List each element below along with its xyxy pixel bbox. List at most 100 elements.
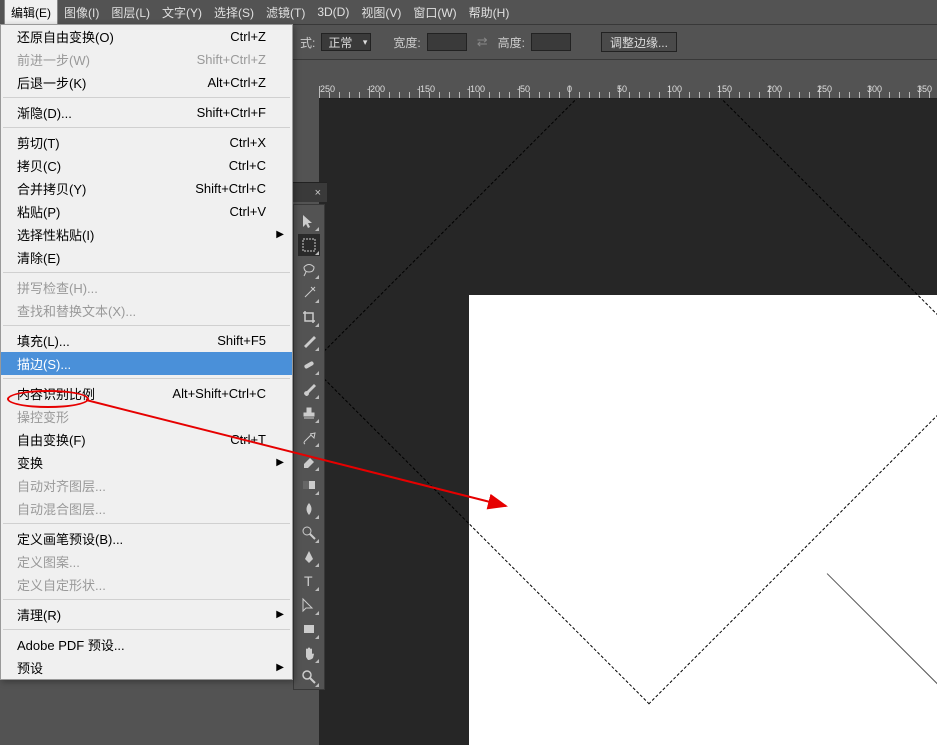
menu-item[interactable]: 编辑(E)	[4, 0, 58, 24]
menu-separator	[3, 272, 290, 273]
menu-entry: 查找和替换文本(X)...	[1, 299, 292, 322]
menu-entry[interactable]: 合并拷贝(Y)Shift+Ctrl+C	[1, 177, 292, 200]
ruler-label: -150	[417, 84, 435, 94]
menu-item[interactable]: 滤镜(T)	[260, 0, 311, 24]
menu-item[interactable]: 帮助(H)	[463, 0, 516, 24]
hand-tool-icon[interactable]	[298, 642, 320, 664]
ruler-label: -250	[319, 84, 335, 94]
menu-entry[interactable]: 清理(R)▶	[1, 603, 292, 626]
mode-label: 式:	[300, 34, 315, 51]
menu-entry-shortcut: Alt+Shift+Ctrl+C	[172, 386, 266, 401]
menu-entry[interactable]: 拷贝(C)Ctrl+C	[1, 154, 292, 177]
ruler-horizontal: -250-200-150-100-50050100150200250300350…	[319, 81, 937, 99]
close-icon[interactable]: ×	[315, 187, 321, 199]
chevron-right-icon: ▶	[276, 662, 284, 673]
crop-tool-icon[interactable]	[298, 306, 320, 328]
ruler-label: -100	[467, 84, 485, 94]
menu-entry-shortcut: Shift+Ctrl+F	[197, 105, 266, 120]
link-icon[interactable]: ⇄	[473, 34, 492, 50]
pen-tool-icon[interactable]	[298, 546, 320, 568]
svg-text:T: T	[304, 573, 313, 589]
menu-entry[interactable]: 预设▶	[1, 656, 292, 679]
move-tool-icon[interactable]	[298, 210, 320, 232]
menu-item[interactable]: 视图(V)	[355, 0, 407, 24]
menu-entry-shortcut: Shift+Ctrl+Z	[197, 52, 266, 67]
menu-entry[interactable]: 填充(L)...Shift+F5	[1, 329, 292, 352]
menu-entry-label: 描边(S)...	[17, 354, 71, 373]
canvas-area[interactable]	[319, 99, 937, 745]
menu-entry-shortcut: Ctrl+X	[230, 135, 266, 150]
menu-entry[interactable]: Adobe PDF 预设...	[1, 633, 292, 656]
menu-entry[interactable]: 清除(E)	[1, 246, 292, 269]
ruler-label: 50	[617, 84, 627, 94]
menu-item[interactable]: 图层(L)	[105, 0, 156, 24]
menu-separator	[3, 325, 290, 326]
menu-entry-label: 定义画笔预设(B)...	[17, 529, 123, 548]
menu-item[interactable]: 选择(S)	[208, 0, 260, 24]
type-tool-icon[interactable]: T	[298, 570, 320, 592]
menu-entry: 定义图案...	[1, 550, 292, 573]
menu-entry[interactable]: 描边(S)...	[1, 352, 292, 375]
stamp-tool-icon[interactable]	[298, 402, 320, 424]
menu-entry-label: 拼写检查(H)...	[17, 278, 98, 297]
menu-entry-shortcut: Ctrl+V	[230, 204, 266, 219]
height-input[interactable]	[531, 33, 571, 51]
menu-entry[interactable]: 粘贴(P)Ctrl+V	[1, 200, 292, 223]
menu-entry: 操控变形	[1, 405, 292, 428]
menu-entry: 自动混合图层...	[1, 497, 292, 520]
menu-entry[interactable]: 定义画笔预设(B)...	[1, 527, 292, 550]
mode-dropdown[interactable]: 正常	[321, 33, 371, 51]
menu-entry-shortcut: Ctrl+Z	[230, 29, 266, 44]
menu-item[interactable]: 图像(I)	[58, 0, 105, 24]
dodge-tool-icon[interactable]	[298, 522, 320, 544]
menu-entry-shortcut: Ctrl+C	[229, 158, 266, 173]
menu-separator	[3, 629, 290, 630]
menu-entry: 前进一步(W) Shift+Ctrl+Z	[1, 48, 292, 71]
menu-entry[interactable]: 剪切(T)Ctrl+X	[1, 131, 292, 154]
canvas[interactable]	[469, 295, 937, 745]
document-tab[interactable]: ×	[293, 182, 327, 202]
menu-entry[interactable]: 渐隐(D)...Shift+Ctrl+F	[1, 101, 292, 124]
menu-item[interactable]: 3D(D)	[311, 0, 355, 24]
menu-entry-label: 查找和替换文本(X)...	[17, 301, 136, 320]
chevron-right-icon: ▶	[276, 229, 284, 240]
menu-entry-label: 自动对齐图层...	[17, 476, 106, 495]
menu-entry-label: Adobe PDF 预设...	[17, 635, 125, 654]
zoom-tool-icon[interactable]	[298, 666, 320, 688]
menu-entry[interactable]: 内容识别比例 Alt+Shift+Ctrl+C	[1, 382, 292, 405]
lasso-tool-icon[interactable]	[298, 258, 320, 280]
tools-panel: T	[293, 204, 325, 690]
menu-entry-shortcut: Alt+Ctrl+Z	[207, 75, 266, 90]
history-tool-icon[interactable]	[298, 426, 320, 448]
healing-tool-icon[interactable]	[298, 354, 320, 376]
menu-separator	[3, 127, 290, 128]
rect-tool-icon[interactable]	[298, 618, 320, 640]
menu-entry[interactable]: 变换▶	[1, 451, 292, 474]
path-tool-icon[interactable]	[298, 594, 320, 616]
menu-entry[interactable]: 自由变换(F)Ctrl+T	[1, 428, 292, 451]
refine-edge-button[interactable]: 调整边缘...	[601, 32, 677, 52]
wand-tool-icon[interactable]	[298, 282, 320, 304]
menu-entry-shortcut: Ctrl+T	[230, 432, 266, 447]
menu-entry-label: 前进一步(W)	[17, 50, 90, 69]
eyedropper-tool-icon[interactable]	[298, 330, 320, 352]
eraser-tool-icon[interactable]	[298, 450, 320, 472]
menu-entry-label: 操控变形	[17, 407, 69, 426]
menu-item[interactable]: 窗口(W)	[407, 0, 462, 24]
menu-item[interactable]: 文字(Y)	[156, 0, 208, 24]
menu-entry-shortcut: Shift+F5	[217, 333, 266, 348]
menu-entry[interactable]: 后退一步(K)Alt+Ctrl+Z	[1, 71, 292, 94]
gradient-tool-icon[interactable]	[298, 474, 320, 496]
marquee-tool-icon[interactable]	[298, 234, 320, 256]
edit-menu: 还原自由变换(O)Ctrl+Z 前进一步(W) Shift+Ctrl+Z 后退一步(K…	[0, 24, 293, 680]
height-label: 高度:	[498, 34, 525, 51]
width-input[interactable]	[427, 33, 467, 51]
menu-entry: 自动对齐图层...	[1, 474, 292, 497]
menu-separator	[3, 599, 290, 600]
menu-entry[interactable]: 还原自由变换(O)Ctrl+Z	[1, 25, 292, 48]
blur-tool-icon[interactable]	[298, 498, 320, 520]
menu-entry-label: 内容识别比例	[17, 384, 95, 403]
brush-tool-icon[interactable]	[298, 378, 320, 400]
menu-entry[interactable]: 选择性粘贴(I)▶	[1, 223, 292, 246]
menu-entry-label: 清理(R)	[17, 605, 61, 624]
